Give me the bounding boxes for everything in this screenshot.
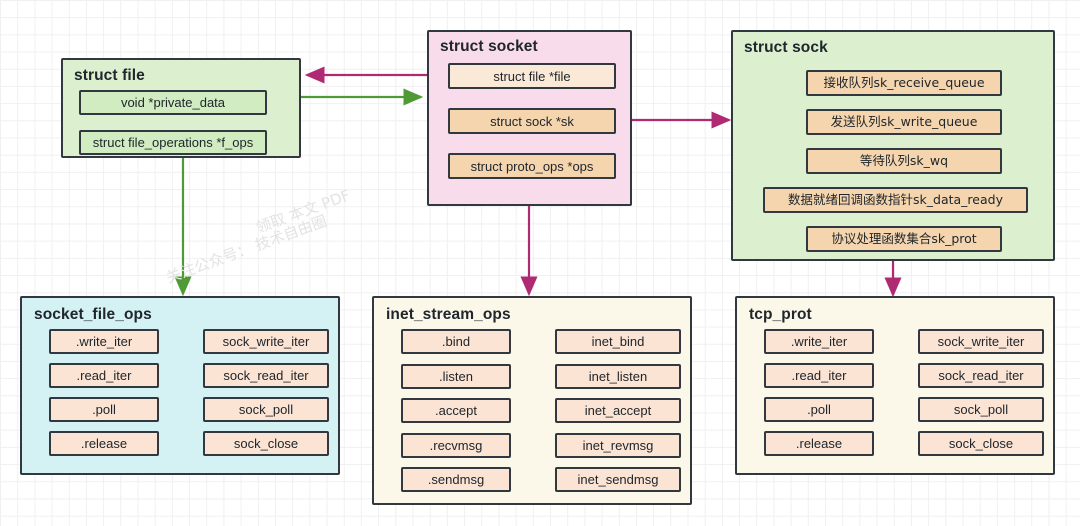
op-field[interactable]: .bind: [401, 329, 511, 354]
group-title-struct-sock: struct sock: [744, 39, 828, 56]
field-sk-write-queue[interactable]: 发送队列sk_write_queue: [806, 109, 1002, 135]
group-tcp-prot: tcp_prot .write_iter sock_write_iter .read…: [735, 296, 1055, 475]
group-title-socket-file-ops: socket_file_ops: [34, 306, 152, 323]
watermark-line-2: 关注公众号： 技术自由圈: [163, 211, 330, 287]
group-inet-stream-ops: inet_stream_ops .bind inet_bind .listen ine…: [372, 296, 692, 505]
field-sk-wq[interactable]: 等待队列sk_wq: [806, 148, 1002, 174]
field-void-private-data[interactable]: void *private_data: [79, 90, 267, 115]
impl-field[interactable]: sock_write_iter: [203, 329, 329, 354]
impl-field[interactable]: sock_close: [203, 431, 329, 456]
op-field[interactable]: .poll: [49, 397, 159, 422]
group-title-tcp-prot: tcp_prot: [749, 306, 812, 323]
group-struct-socket: struct socket struct file *file struct s…: [427, 30, 632, 206]
impl-field[interactable]: inet_accept: [555, 398, 681, 423]
diagram-canvas: struct file void *private_data struct fi…: [0, 0, 1080, 526]
impl-field[interactable]: inet_sendmsg: [555, 467, 681, 492]
op-field[interactable]: .write_iter: [49, 329, 159, 354]
op-field[interactable]: .sendmsg: [401, 467, 511, 492]
field-sk-prot[interactable]: 协议处理函数集合sk_prot: [806, 226, 1002, 252]
impl-field[interactable]: sock_read_iter: [203, 363, 329, 388]
op-field[interactable]: .release: [764, 431, 874, 456]
impl-field[interactable]: sock_poll: [203, 397, 329, 422]
impl-field[interactable]: inet_revmsg: [555, 432, 681, 458]
op-field[interactable]: .listen: [401, 363, 511, 389]
op-field[interactable]: .poll: [764, 397, 874, 422]
group-struct-sock: struct sock 接收队列sk_receive_queue 发送队列sk_…: [731, 30, 1055, 261]
op-field[interactable]: .write_iter: [764, 329, 874, 354]
group-struct-file: struct file void *private_data struct fi…: [61, 58, 301, 158]
impl-field[interactable]: sock_read_iter: [918, 363, 1044, 388]
op-field[interactable]: .release: [49, 431, 159, 456]
impl-field[interactable]: sock_write_iter: [918, 329, 1044, 354]
impl-field[interactable]: inet_bind: [555, 329, 681, 354]
field-struct-file-file[interactable]: struct file *file: [448, 63, 616, 89]
group-socket-file-ops: socket_file_ops .write_iter sock_write_it…: [20, 296, 340, 475]
group-title-struct-file: struct file: [74, 67, 145, 84]
field-struct-file-operations-f-ops[interactable]: struct file_operations *f_ops: [79, 130, 267, 155]
op-field[interactable]: .read_iter: [49, 363, 159, 388]
op-field[interactable]: .recvmsg: [401, 432, 511, 458]
group-title-struct-socket: struct socket: [440, 38, 538, 55]
impl-field[interactable]: inet_listen: [555, 363, 681, 389]
op-field[interactable]: .read_iter: [764, 363, 874, 388]
group-title-inet-stream-ops: inet_stream_ops: [386, 306, 511, 323]
field-struct-proto-ops-ops[interactable]: struct proto_ops *ops: [448, 153, 616, 179]
field-sk-receive-queue[interactable]: 接收队列sk_receive_queue: [806, 70, 1002, 96]
op-field[interactable]: .accept: [401, 398, 511, 423]
field-sk-data-ready[interactable]: 数据就绪回调函数指针sk_data_ready: [763, 187, 1028, 213]
field-struct-sock-sk[interactable]: struct sock *sk: [448, 108, 616, 134]
impl-field[interactable]: sock_close: [918, 431, 1044, 456]
impl-field[interactable]: sock_poll: [918, 397, 1044, 422]
